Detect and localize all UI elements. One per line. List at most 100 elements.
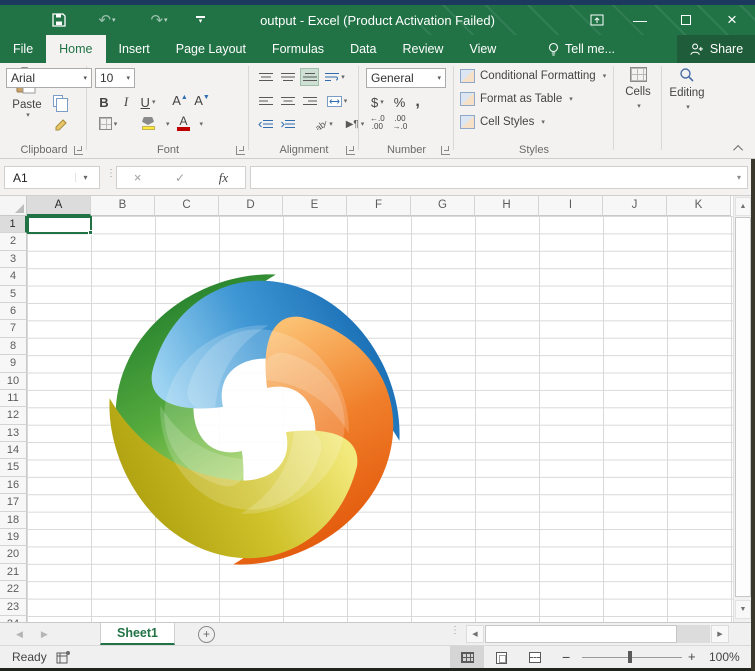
close-button[interactable]: × xyxy=(709,5,755,35)
ribbon-tab[interactable]: Formulas xyxy=(259,35,337,63)
name-box[interactable]: ▾ xyxy=(4,166,100,189)
row-header[interactable]: 6 xyxy=(0,303,27,320)
row-header[interactable]: 10 xyxy=(0,373,27,390)
name-box-input[interactable] xyxy=(5,171,75,185)
select-all-corner[interactable] xyxy=(0,196,27,216)
ribbon-tab[interactable]: Review xyxy=(389,35,456,63)
ribbon-tab[interactable]: View xyxy=(456,35,509,63)
center-button[interactable] xyxy=(278,92,297,110)
increase-indent-button[interactable] xyxy=(278,115,297,133)
row-header[interactable]: 9 xyxy=(0,355,27,372)
font-dialog-launcher[interactable] xyxy=(236,146,245,155)
page-break-view-button[interactable] xyxy=(518,646,552,669)
borders-button[interactable]: ▾ xyxy=(94,116,122,131)
column-header[interactable]: H xyxy=(475,196,539,216)
expand-formula-bar-icon[interactable]: ▾ xyxy=(731,173,747,182)
row-header[interactable]: 12 xyxy=(0,407,27,424)
row-header[interactable]: 15 xyxy=(0,459,27,476)
ribbon-tab[interactable]: Home xyxy=(46,35,105,63)
minimize-button[interactable]: — xyxy=(617,5,663,35)
macro-record-icon[interactable] xyxy=(56,650,71,667)
column-header[interactable]: D xyxy=(219,196,283,216)
fill-color-button[interactable] xyxy=(136,116,160,131)
collapse-ribbon-button[interactable] xyxy=(731,142,747,154)
enter-entry-button[interactable]: ✓ xyxy=(175,171,185,185)
row-header[interactable]: 21 xyxy=(0,564,27,581)
formula-input[interactable] xyxy=(251,170,731,185)
column-header[interactable]: J xyxy=(603,196,667,216)
column-header[interactable]: E xyxy=(283,196,347,216)
column-header[interactable]: A xyxy=(27,196,91,216)
alignment-dialog-launcher[interactable] xyxy=(346,146,355,155)
underline-button[interactable]: U▾ xyxy=(138,92,158,112)
text-direction-button[interactable]: ▶¶▾ xyxy=(340,115,370,133)
maximize-button[interactable] xyxy=(663,5,709,35)
swirl-logo-image[interactable] xyxy=(93,262,416,577)
percent-style-button[interactable]: % xyxy=(393,94,407,111)
ribbon-tab[interactable]: Data xyxy=(337,35,389,63)
row-header[interactable]: 16 xyxy=(0,477,27,494)
column-header[interactable]: C xyxy=(155,196,219,216)
normal-view-button[interactable] xyxy=(450,646,484,669)
column-header[interactable]: F xyxy=(347,196,411,216)
row-header[interactable]: 19 xyxy=(0,529,27,546)
row-header[interactable]: 22 xyxy=(0,581,27,598)
increase-decimal-button[interactable]: ←.0.00 xyxy=(370,115,385,131)
column-header[interactable]: B xyxy=(91,196,155,216)
zoom-slider-track[interactable] xyxy=(582,657,682,658)
zoom-out-button[interactable]: − xyxy=(562,649,570,665)
vertical-scrollbar[interactable]: ▲ ▼ xyxy=(733,196,751,622)
sheet-tab-active[interactable]: Sheet1 xyxy=(100,623,175,645)
decrease-font-size-button[interactable]: A▼ xyxy=(192,92,212,112)
editing-button[interactable]: Editing ▾ xyxy=(664,67,710,143)
row-header[interactable]: 7 xyxy=(0,320,27,337)
orientation-button[interactable]: ab▾ xyxy=(309,115,337,133)
middle-align-button[interactable] xyxy=(278,68,297,86)
scroll-up-button[interactable]: ▲ xyxy=(735,197,751,216)
zoom-level[interactable]: 100% xyxy=(709,650,740,664)
font-size-select[interactable]: 10▾ xyxy=(95,68,135,88)
font-color-button[interactable]: A xyxy=(174,115,194,132)
row-header[interactable]: 13 xyxy=(0,425,27,442)
clipboard-dialog-launcher[interactable] xyxy=(74,146,83,155)
top-align-button[interactable] xyxy=(256,68,275,86)
row-header[interactable]: 23 xyxy=(0,599,27,616)
row-header[interactable]: 18 xyxy=(0,512,27,529)
row-header[interactable]: 3 xyxy=(0,251,27,268)
bold-button[interactable]: B xyxy=(94,92,114,112)
cancel-entry-button[interactable]: × xyxy=(134,170,142,185)
format-painter-button[interactable] xyxy=(52,116,70,134)
fill-handle[interactable] xyxy=(88,230,93,235)
ribbon-tab[interactable]: Page Layout xyxy=(163,35,259,63)
decrease-decimal-button[interactable]: .00→.0 xyxy=(393,115,408,131)
row-header[interactable]: 11 xyxy=(0,390,27,407)
new-sheet-button[interactable]: + xyxy=(198,626,215,643)
increase-font-size-button[interactable]: A▲ xyxy=(170,92,190,112)
horizontal-scroll-track[interactable] xyxy=(485,625,710,643)
number-format-select[interactable]: General▾ xyxy=(366,68,446,88)
bottom-align-button[interactable] xyxy=(300,68,319,86)
share-button[interactable]: Share xyxy=(677,35,755,63)
vertical-scroll-thumb[interactable] xyxy=(735,217,751,597)
row-header[interactable]: 17 xyxy=(0,494,27,511)
row-header[interactable]: 8 xyxy=(0,338,27,355)
row-header[interactable]: 4 xyxy=(0,268,27,285)
row-header[interactable]: 20 xyxy=(0,546,27,563)
row-header[interactable]: 1 xyxy=(0,216,27,233)
number-dialog-launcher[interactable] xyxy=(441,146,450,155)
decrease-indent-button[interactable] xyxy=(256,115,275,133)
previous-sheet-button[interactable]: ◀ xyxy=(16,629,23,640)
insert-function-button[interactable]: fx xyxy=(219,170,228,186)
italic-button[interactable]: I xyxy=(116,92,136,112)
horizontal-scroll-thumb[interactable] xyxy=(485,625,677,643)
redo-button[interactable]: ↷▾ xyxy=(144,8,174,32)
scroll-left-button[interactable]: ◀ xyxy=(466,625,484,643)
cell-styles-button[interactable]: Cell Styles▾ xyxy=(460,115,545,129)
format-as-table-button[interactable]: Format as Table▾ xyxy=(460,92,573,106)
comma-style-button[interactable]: , xyxy=(414,92,420,112)
wrap-text-button[interactable]: ▾ xyxy=(322,68,348,86)
accounting-format-button[interactable]: $▾ xyxy=(370,94,385,111)
row-header[interactable]: 2 xyxy=(0,233,27,250)
page-layout-view-button[interactable] xyxy=(484,646,518,669)
column-header[interactable]: G xyxy=(411,196,475,216)
